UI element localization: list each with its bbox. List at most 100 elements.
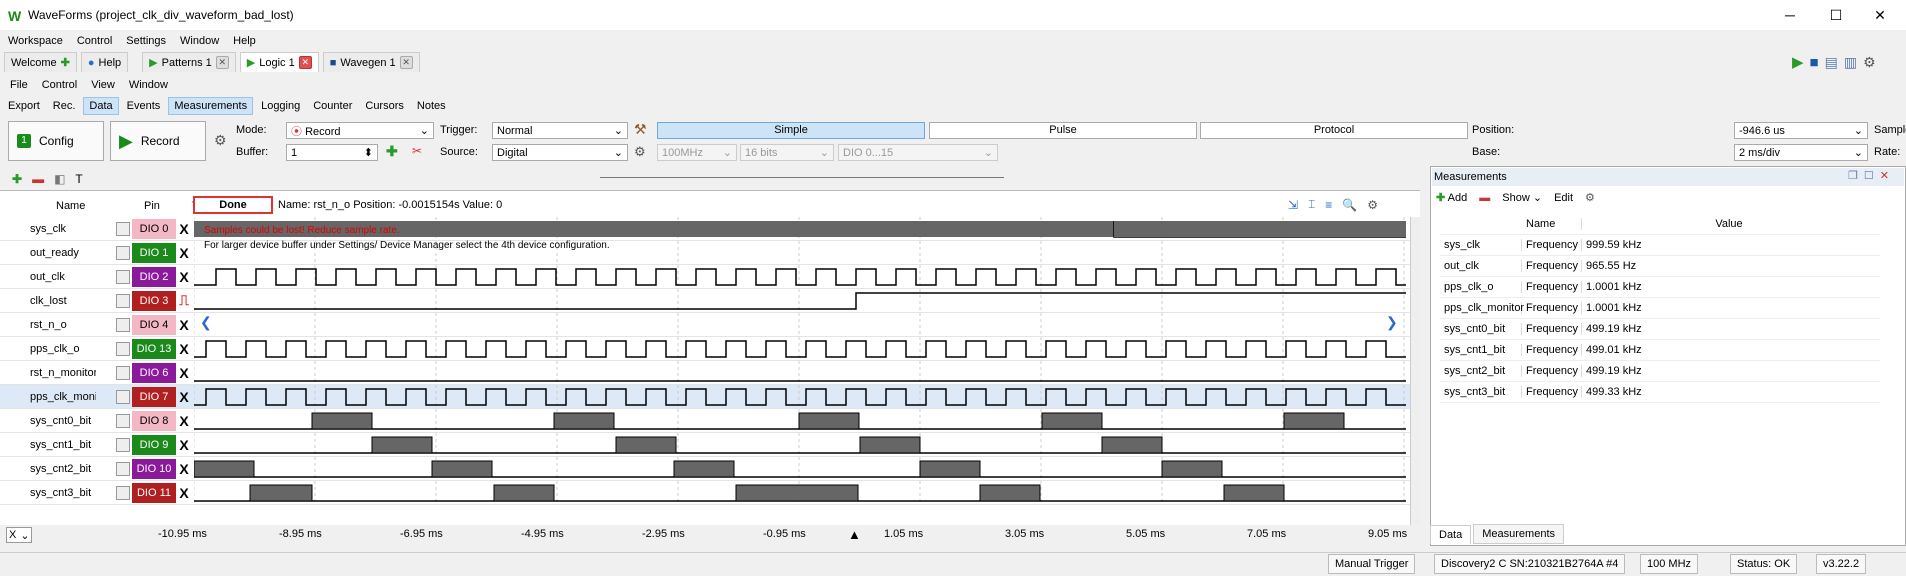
trigger-condition[interactable]: X (176, 485, 192, 501)
undock-icon[interactable]: ❐ (1848, 169, 1858, 182)
position-input[interactable]: -946.6 us ⌄ (1734, 122, 1868, 139)
tab-logging[interactable]: Logging (256, 98, 305, 114)
trigger-marker-icon[interactable]: ▲ (848, 527, 861, 542)
table-row[interactable]: out_clk Frequency 965.55 Hz (1440, 256, 1880, 277)
trigger-type-icon[interactable]: T (75, 172, 82, 186)
gear-icon[interactable]: ⚙ (1863, 54, 1876, 71)
trigger-condition[interactable]: X (176, 317, 192, 333)
channel-config-icon[interactable] (116, 269, 130, 284)
trigger-condition[interactable]: X (176, 413, 192, 429)
tab-measurements[interactable]: Measurements (1473, 524, 1565, 544)
tab-welcome[interactable]: Welcome ✚ (4, 52, 77, 72)
x-select[interactable]: X ⌄ (6, 527, 32, 543)
gear-icon[interactable]: ⚙ (634, 144, 646, 160)
hammer-icon[interactable]: ⚒ (634, 121, 647, 138)
status-text[interactable]: Status: OK (1730, 554, 1798, 574)
config-button[interactable]: 1 Config (8, 121, 104, 161)
table-row[interactable]: pps_clk_monitor Frequency 1.0001 kHz (1440, 298, 1880, 319)
simple-trigger-button[interactable]: Simple (657, 122, 925, 139)
remove-channel-icon[interactable]: ▬ (32, 172, 44, 186)
manual-trigger-button[interactable]: Manual Trigger (1328, 554, 1416, 574)
close-icon[interactable]: ✕ (1880, 169, 1889, 182)
gear-icon[interactable]: ⚙ (1367, 198, 1378, 212)
close-button[interactable]: ✕ (1860, 4, 1900, 26)
tab-patterns[interactable]: ▶ Patterns 1 ✕ (142, 52, 236, 72)
waveform-display[interactable] (194, 217, 1406, 505)
menu-settings[interactable]: Settings (126, 35, 166, 47)
base-select[interactable]: 2 ms/div ⌄ (1734, 144, 1868, 161)
minimize-button[interactable]: ─ (1770, 4, 1810, 26)
table-row[interactable]: sys_cnt1_bit Frequency 499.01 kHz (1440, 340, 1880, 361)
trigger-select[interactable]: Normal ⌄ (492, 122, 628, 139)
maximize-button[interactable]: ☐ (1816, 4, 1856, 26)
plus-icon[interactable]: ✚ (61, 56, 70, 69)
menu-control[interactable]: Control (77, 35, 112, 47)
channel-config-icon[interactable] (116, 461, 130, 476)
scroll-left-icon[interactable]: ❮ (200, 314, 212, 331)
trigger-condition[interactable]: X (176, 341, 192, 357)
stepper-icon[interactable]: ⬍ (364, 146, 373, 159)
menu-control[interactable]: Control (42, 79, 77, 91)
tab-wavegen[interactable]: ■ Wavegen 1 ✕ (322, 52, 420, 72)
channel-config-icon[interactable] (116, 293, 130, 308)
close-tab-icon[interactable]: ✕ (298, 56, 312, 69)
rise-icon[interactable]: ⎍ (176, 292, 192, 309)
channel-config-icon[interactable] (116, 245, 130, 260)
gear-icon[interactable]: ⚙ (1585, 191, 1595, 204)
tab-counter[interactable]: Counter (308, 98, 357, 114)
source-select[interactable]: Digital ⌄ (492, 144, 628, 161)
table-row[interactable]: sys_cnt2_bit Frequency 499.19 kHz (1440, 361, 1880, 382)
edit-button[interactable]: Edit (1554, 192, 1573, 204)
channel-config-icon[interactable] (116, 221, 130, 236)
tab-measurements[interactable]: Measurements (168, 97, 254, 115)
table-row[interactable]: sys_cnt3_bit Frequency 499.33 kHz (1440, 382, 1880, 403)
channel-config-icon[interactable] (116, 437, 130, 452)
tab-notes[interactable]: Notes (412, 98, 451, 114)
stop-all-icon[interactable]: ■ (1810, 54, 1819, 71)
channel-config-icon[interactable] (116, 485, 130, 500)
menu-view[interactable]: View (91, 79, 115, 91)
splitter[interactable] (600, 177, 1004, 178)
trigger-condition[interactable]: X (176, 269, 192, 285)
remove-icon[interactable]: ▬ (1479, 192, 1490, 204)
channel-config-icon[interactable] (116, 341, 130, 356)
close-tab-icon[interactable]: ✕ (215, 56, 229, 69)
window-icon[interactable]: ▥ (1844, 54, 1857, 71)
trigger-condition[interactable]: X (176, 245, 192, 261)
delete-icon[interactable]: ✂ (412, 144, 422, 158)
record-button[interactable]: ▶ Record (110, 121, 206, 161)
maximize-icon[interactable]: ☐ (1864, 169, 1874, 182)
vertical-scrollbar[interactable] (1410, 217, 1420, 525)
marker-icon[interactable]: ⌶ (1308, 197, 1315, 212)
close-tab-icon[interactable]: ✕ (399, 56, 413, 69)
trigger-condition[interactable]: X (176, 365, 192, 381)
channel-config-icon[interactable] (116, 317, 130, 332)
layout-icon[interactable]: ▤ (1825, 54, 1838, 71)
tab-export[interactable]: Export (3, 98, 45, 114)
gear-icon[interactable]: ⚙ (214, 132, 227, 149)
add-icon[interactable]: ✚ (386, 143, 398, 160)
table-row[interactable]: pps_clk_o Frequency 1.0001 kHz (1440, 277, 1880, 298)
menu-file[interactable]: File (10, 79, 28, 91)
trigger-condition[interactable]: X (176, 437, 192, 453)
buffer-input[interactable]: 1 ⬍ (286, 144, 378, 161)
table-row[interactable]: sys_cnt0_bit Frequency 499.19 kHz (1440, 319, 1880, 340)
scroll-right-icon[interactable]: ❯ (1386, 314, 1398, 331)
mode-select[interactable]: ⦿ Record ⌄ (286, 122, 434, 139)
show-button[interactable]: Show ⌄ (1502, 191, 1542, 204)
tab-events[interactable]: Events (122, 98, 166, 114)
list-icon[interactable]: ≡ (1325, 198, 1332, 212)
tab-cursors[interactable]: Cursors (360, 98, 409, 114)
protocol-trigger-button[interactable]: Protocol (1200, 122, 1468, 139)
menu-workspace[interactable]: Workspace (8, 35, 63, 47)
trigger-condition[interactable]: X (176, 461, 192, 477)
add-button[interactable]: ✚ Add (1436, 191, 1467, 204)
tab-logic[interactable]: ▶ Logic 1 ✕ (239, 52, 319, 72)
cursor-icon[interactable]: ⇲ (1288, 198, 1298, 212)
table-row[interactable]: sys_clk Frequency 999.59 kHz (1440, 235, 1880, 256)
device-info[interactable]: Discovery2 C SN:210321B2764A #4 (1434, 554, 1626, 574)
channel-config-icon[interactable] (116, 413, 130, 428)
edit-channel-icon[interactable]: ◧ (54, 172, 65, 186)
tab-data[interactable]: Data (1430, 524, 1472, 544)
clock-info[interactable]: 100 MHz (1640, 554, 1699, 574)
